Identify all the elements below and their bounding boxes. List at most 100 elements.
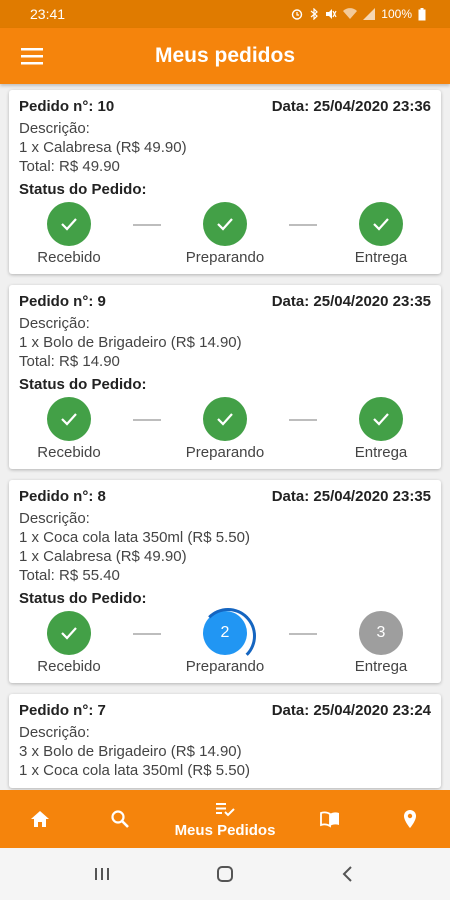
status-step: Entrega xyxy=(331,202,431,266)
order-number: Pedido n°: 9 xyxy=(19,293,106,310)
check-icon xyxy=(373,413,389,426)
signal-icon xyxy=(363,8,376,20)
description-label: Descrição: xyxy=(19,724,90,741)
step-number: 2 xyxy=(220,624,230,641)
order-total: Total: R$ 14.90 xyxy=(19,353,120,370)
step-indicator xyxy=(47,611,91,655)
app-bar: Meus pedidos xyxy=(0,28,450,84)
status-title: Status do Pedido: xyxy=(19,181,147,198)
step-label: Recebido xyxy=(37,444,101,461)
status-bar: 23:41 100% xyxy=(0,0,450,28)
status-title: Status do Pedido: xyxy=(19,590,147,607)
step-indicator xyxy=(47,202,91,246)
order-number: Pedido n°: 8 xyxy=(19,488,106,505)
step-indicator: 3 xyxy=(359,611,403,655)
status-stepper: Recebido Preparando Entrega xyxy=(19,202,431,266)
alarm-icon xyxy=(292,9,303,20)
order-date: Data: 25/04/2020 23:35 xyxy=(271,293,431,310)
check-icon xyxy=(217,218,233,231)
status-icons: 100% xyxy=(291,7,426,21)
step-connector xyxy=(133,224,161,226)
order-item: 1 x Calabresa (R$ 49.90) xyxy=(19,548,187,565)
location-pin-icon xyxy=(404,810,417,828)
check-icon xyxy=(61,627,77,640)
status-step: Recebido xyxy=(19,397,119,461)
wifi-icon xyxy=(343,8,358,19)
step-label: Entrega xyxy=(354,249,408,266)
order-header: Pedido n°: 7 Data: 25/04/2020 23:24 xyxy=(19,702,431,719)
order-header: Pedido n°: 8 Data: 25/04/2020 23:35 xyxy=(19,488,431,505)
step-connector xyxy=(289,224,317,226)
check-icon xyxy=(373,218,389,231)
order-total: Total: R$ 49.90 xyxy=(19,158,120,175)
order-card[interactable]: Pedido n°: 9 Data: 25/04/2020 23:35 Descri… xyxy=(9,285,441,469)
nav-orders[interactable]: Meus Pedidos xyxy=(174,790,276,848)
recent-apps-icon[interactable] xyxy=(92,864,112,884)
description-label: Descrição: xyxy=(19,120,90,137)
step-label: Recebido xyxy=(37,658,101,675)
orders-icon xyxy=(215,802,235,816)
menu-button[interactable] xyxy=(0,28,64,84)
menu-book-icon xyxy=(320,811,340,828)
order-card[interactable]: Pedido n°: 8 Data: 25/04/2020 23:35 Descri… xyxy=(9,480,441,683)
step-indicator xyxy=(359,397,403,441)
home-button-icon[interactable] xyxy=(215,864,235,884)
status-step: Recebido xyxy=(19,202,119,266)
check-icon xyxy=(217,413,233,426)
orders-list[interactable]: Pedido n°: 10 Data: 25/04/2020 23:36 Descr… xyxy=(0,84,450,790)
page-title: Meus pedidos xyxy=(154,44,296,67)
order-number: Pedido n°: 7 xyxy=(19,702,106,719)
status-step: 3 Entrega xyxy=(331,611,431,675)
step-indicator xyxy=(359,202,403,246)
order-date: Data: 25/04/2020 23:35 xyxy=(271,488,431,505)
order-item: 1 x Calabresa (R$ 49.90) xyxy=(19,139,187,156)
order-card[interactable]: Pedido n°: 7 Data: 25/04/2020 23:24 Descri… xyxy=(9,694,441,788)
bluetooth-icon xyxy=(310,8,319,20)
status-step: Preparando xyxy=(175,397,275,461)
order-date: Data: 25/04/2020 23:36 xyxy=(271,98,431,115)
step-connector xyxy=(289,419,317,421)
check-icon xyxy=(61,413,77,426)
order-header: Pedido n°: 10 Data: 25/04/2020 23:36 xyxy=(19,98,431,115)
step-label: Preparando xyxy=(185,444,265,461)
description-label: Descrição: xyxy=(19,315,90,332)
status-step: Entrega xyxy=(331,397,431,461)
step-indicator: 2 xyxy=(200,608,256,664)
system-nav-bar xyxy=(0,848,450,900)
nav-home[interactable] xyxy=(15,790,65,848)
nav-menu[interactable] xyxy=(305,790,355,848)
mute-icon xyxy=(326,9,337,19)
status-step: 2 Preparando xyxy=(175,608,275,675)
status-stepper: Recebido Preparando Entrega xyxy=(19,397,431,461)
order-header: Pedido n°: 9 Data: 25/04/2020 23:35 xyxy=(19,293,431,310)
step-label: Entrega xyxy=(354,444,408,461)
status-title: Status do Pedido: xyxy=(19,376,147,393)
nav-orders-label: Meus Pedidos xyxy=(174,821,276,839)
order-date: Data: 25/04/2020 23:24 xyxy=(271,702,431,719)
step-connector xyxy=(133,633,161,635)
home-icon xyxy=(30,811,49,827)
order-total: Total: R$ 55.40 xyxy=(19,567,120,584)
status-step: Preparando xyxy=(175,202,275,266)
step-indicator xyxy=(47,397,91,441)
order-item: 1 x Bolo de Brigadeiro (R$ 14.90) xyxy=(19,334,242,351)
hamburger-icon xyxy=(21,48,43,65)
search-icon xyxy=(111,810,129,828)
step-indicator xyxy=(203,202,247,246)
order-item: 1 x Coca cola lata 350ml (R$ 5.50) xyxy=(19,529,250,546)
status-stepper: Recebido 2 Preparando 3 Entrega xyxy=(19,608,431,675)
bottom-nav: Meus Pedidos xyxy=(0,790,450,848)
order-item: 1 x Coca cola lata 350ml (R$ 5.50) xyxy=(19,762,250,779)
order-item: 3 x Bolo de Brigadeiro (R$ 14.90) xyxy=(19,743,242,760)
battery-level: 100% xyxy=(381,7,412,21)
battery-icon xyxy=(418,7,426,20)
step-connector xyxy=(289,633,317,635)
step-label: Recebido xyxy=(37,249,101,266)
back-icon[interactable] xyxy=(338,864,358,884)
nav-location[interactable] xyxy=(385,790,435,848)
nav-search[interactable] xyxy=(95,790,145,848)
status-time: 23:41 xyxy=(30,6,66,22)
order-card[interactable]: Pedido n°: 10 Data: 25/04/2020 23:36 Descr… xyxy=(9,90,441,274)
step-connector xyxy=(133,419,161,421)
description-label: Descrição: xyxy=(19,510,90,527)
